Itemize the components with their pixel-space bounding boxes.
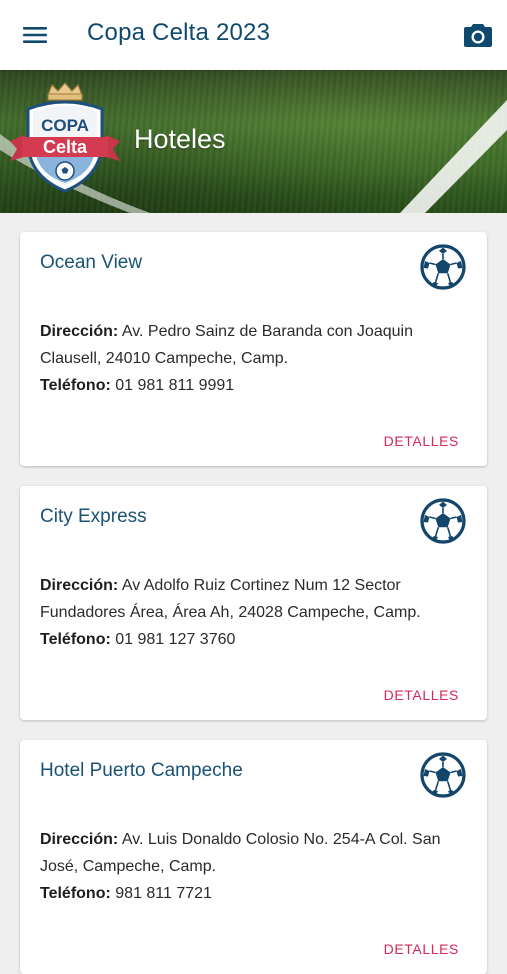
app-bar: Copa Celta 2023 (0, 0, 507, 70)
logo-text-copa: COPA (41, 116, 89, 135)
hotel-card[interactable]: Ocean View Dirección: Av. Pedro Sainz de… (20, 232, 487, 466)
address-label: Dirección: (40, 831, 119, 848)
hamburger-menu-icon[interactable] (17, 19, 53, 51)
app-title: Copa Celta 2023 (87, 19, 271, 46)
phone-value[interactable]: 01 981 811 9991 (115, 377, 234, 394)
header-banner: COPA Celta Hoteles (0, 70, 507, 213)
camera-icon[interactable] (461, 19, 495, 51)
copa-celta-logo: COPA Celta (10, 82, 120, 193)
phone-value[interactable]: 01 981 127 3760 (115, 631, 235, 648)
soccer-ball-icon (420, 752, 466, 798)
address-label: Dirección: (40, 323, 119, 340)
hotel-card[interactable]: Hotel Puerto Campeche Dirección: Av. Lui… (20, 740, 487, 974)
details-button[interactable]: DETALLES (384, 941, 459, 957)
details-button[interactable]: DETALLES (384, 687, 459, 703)
hotel-phone: Teléfono: 981 811 7721 (40, 880, 465, 907)
phone-label: Teléfono: (40, 631, 111, 648)
soccer-ball-icon (420, 498, 466, 544)
phone-value[interactable]: 981 811 7721 (115, 885, 212, 902)
hotel-info: Dirección: Av. Luis Donaldo Colosio No. … (40, 826, 465, 907)
hotel-card[interactable]: City Express Dirección: Av Adolfo Ruiz C… (20, 486, 487, 720)
phone-label: Teléfono: (40, 885, 111, 902)
hotel-address: Dirección: Av. Luis Donaldo Colosio No. … (40, 826, 465, 880)
hotel-name: Ocean View (40, 252, 143, 273)
hotel-address: Dirección: Av. Pedro Sainz de Baranda co… (40, 318, 465, 372)
hotel-name: Hotel Puerto Campeche (40, 760, 243, 781)
soccer-ball-icon (420, 244, 466, 290)
details-button[interactable]: DETALLES (384, 433, 459, 449)
logo-text-celta: Celta (43, 137, 88, 157)
phone-label: Teléfono: (40, 377, 111, 394)
hotel-phone: Teléfono: 01 981 127 3760 (40, 626, 465, 653)
hotel-name: City Express (40, 506, 147, 527)
page-title: Hoteles (134, 124, 226, 154)
hotel-phone: Teléfono: 01 981 811 9991 (40, 372, 465, 399)
hotel-info: Dirección: Av. Pedro Sainz de Baranda co… (40, 318, 465, 399)
hotel-address: Dirección: Av Adolfo Ruiz Cortinez Num 1… (40, 572, 465, 626)
address-label: Dirección: (40, 577, 119, 594)
hotel-info: Dirección: Av Adolfo Ruiz Cortinez Num 1… (40, 572, 465, 653)
